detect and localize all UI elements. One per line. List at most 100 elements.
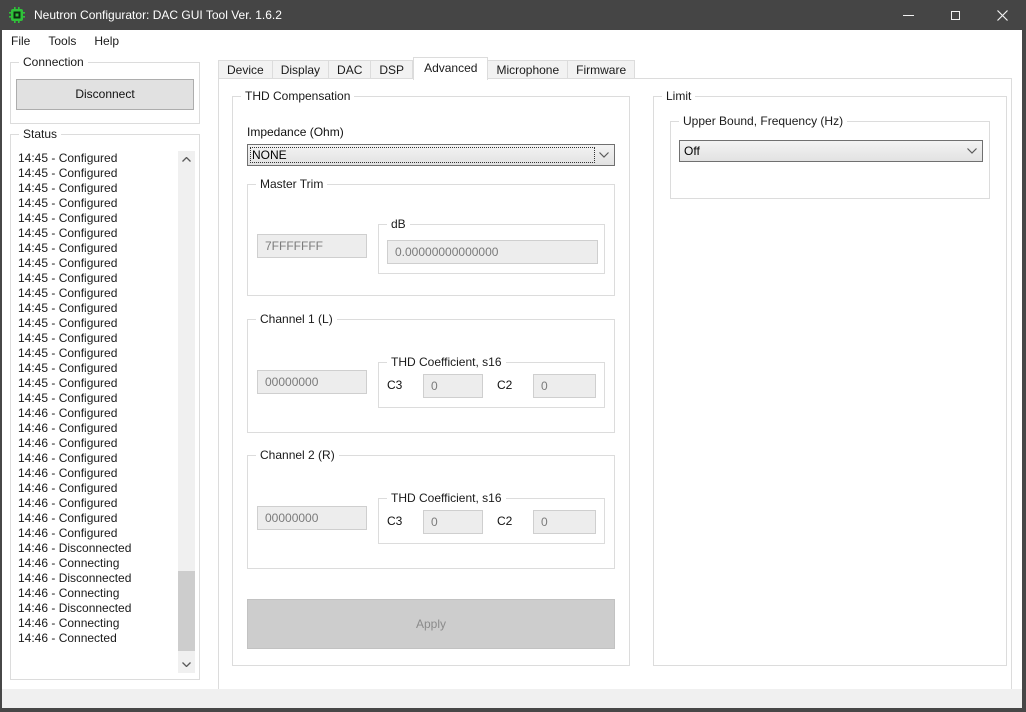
apply-button[interactable]: Apply	[247, 599, 615, 649]
tab-display[interactable]: Display	[273, 60, 329, 79]
list-item[interactable]: 14:46 - Configured	[15, 451, 195, 466]
tab-dac[interactable]: DAC	[329, 60, 371, 79]
list-item[interactable]: 14:46 - Disconnected	[15, 601, 195, 616]
scroll-thumb[interactable]	[178, 571, 195, 651]
list-item[interactable]: 14:45 - Configured	[15, 181, 195, 196]
menubar: File Tools Help	[2, 30, 1022, 52]
close-icon	[997, 10, 1008, 21]
list-item[interactable]: 14:46 - Connecting	[15, 616, 195, 631]
menu-item-help[interactable]: Help	[85, 30, 128, 52]
scroll-up-button[interactable]	[178, 151, 195, 168]
disconnect-button[interactable]: Disconnect	[16, 79, 194, 110]
upper-bound-select[interactable]: Off	[679, 140, 983, 162]
list-item[interactable]: 14:45 - Configured	[15, 346, 195, 361]
list-item[interactable]: 14:46 - Configured	[15, 466, 195, 481]
list-item[interactable]: 14:46 - Configured	[15, 481, 195, 496]
tab-page-advanced: THD Compensation Impedance (Ohm) NONE Ma…	[218, 78, 1012, 690]
list-item[interactable]: 14:45 - Configured	[15, 256, 195, 271]
channel1-label: Channel 1 (L)	[256, 312, 337, 327]
focus-rectangle	[250, 147, 595, 163]
db-group-label: dB	[387, 217, 410, 232]
window-border-left	[0, 30, 2, 712]
c3-label: C3	[387, 378, 402, 392]
status-group-label: Status	[19, 127, 61, 142]
list-item[interactable]: 14:46 - Configured	[15, 511, 195, 526]
close-button[interactable]	[979, 0, 1026, 30]
list-item[interactable]: 14:46 - Disconnected	[15, 541, 195, 556]
list-item[interactable]: 14:45 - Configured	[15, 166, 195, 181]
list-item[interactable]: 14:45 - Configured	[15, 151, 195, 166]
c3-label: C3	[387, 514, 402, 528]
list-item[interactable]: 14:45 - Configured	[15, 286, 195, 301]
list-item[interactable]: 14:46 - Configured	[15, 526, 195, 541]
list-item[interactable]: 14:46 - Connecting	[15, 586, 195, 601]
list-item[interactable]: 14:46 - Configured	[15, 406, 195, 421]
list-item[interactable]: 14:46 - Connected	[15, 631, 195, 646]
chevron-down-icon	[182, 662, 191, 667]
menu-item-file[interactable]: File	[2, 30, 39, 52]
limit-group-label: Limit	[662, 89, 695, 104]
status-scrollbar[interactable]	[178, 151, 195, 673]
list-item[interactable]: 14:45 - Configured	[15, 211, 195, 226]
upper-bound-value: Off	[684, 144, 700, 158]
list-item[interactable]: 14:46 - Configured	[15, 496, 195, 511]
channel2-c3-input[interactable]: 0	[423, 510, 483, 534]
channel2-coeff-label: THD Coefficient, s16	[387, 491, 506, 506]
tab-dsp[interactable]: DSP	[371, 60, 413, 79]
list-item[interactable]: 14:45 - Configured	[15, 196, 195, 211]
master-trim-label: Master Trim	[256, 177, 327, 192]
scroll-down-button[interactable]	[178, 656, 195, 673]
tab-microphone[interactable]: Microphone	[488, 60, 568, 79]
channel2-c2-input[interactable]: 0	[533, 510, 596, 534]
master-trim-hex-input[interactable]: 7FFFFFFF	[257, 234, 367, 258]
list-item[interactable]: 14:45 - Configured	[15, 361, 195, 376]
list-item[interactable]: 14:45 - Configured	[15, 271, 195, 286]
list-item[interactable]: 14:46 - Connecting	[15, 556, 195, 571]
list-item[interactable]: 14:45 - Configured	[15, 331, 195, 346]
maximize-button[interactable]	[932, 0, 979, 30]
impedance-select[interactable]: NONE	[247, 144, 615, 166]
channel2-hex-input[interactable]: 00000000	[257, 506, 367, 530]
menu-item-tools[interactable]: Tools	[39, 30, 85, 52]
minimize-button[interactable]	[885, 0, 932, 30]
status-list: 14:45 - Configured14:45 - Configured14:4…	[15, 151, 195, 673]
window-border-bottom	[0, 708, 1026, 712]
chip-icon	[9, 7, 25, 23]
channel1-c2-input[interactable]: 0	[533, 374, 596, 398]
channel1-hex-input[interactable]: 00000000	[257, 370, 367, 394]
list-item[interactable]: 14:45 - Configured	[15, 241, 195, 256]
list-item[interactable]: 14:45 - Configured	[15, 301, 195, 316]
tab-device[interactable]: Device	[218, 60, 273, 79]
thd-group-label: THD Compensation	[241, 89, 354, 104]
thd-compensation-group: THD Compensation Impedance (Ohm) NONE Ma…	[232, 96, 630, 666]
list-item[interactable]: 14:45 - Configured	[15, 226, 195, 241]
c2-label: C2	[497, 514, 512, 528]
master-trim-group: Master Trim 7FFFFFFF dB 0.00000000000000	[247, 184, 615, 296]
channel2-group: Channel 2 (R) 00000000 THD Coefficient, …	[247, 455, 615, 569]
connection-group: Connection Disconnect	[10, 62, 200, 124]
titlebar[interactable]: Neutron Configurator: DAC GUI Tool Ver. …	[0, 0, 1026, 30]
tab-firmware[interactable]: Firmware	[568, 60, 635, 79]
upper-bound-label: Upper Bound, Frequency (Hz)	[679, 114, 847, 129]
status-group: Status 14:45 - Configured14:45 - Configu…	[10, 134, 200, 680]
db-input[interactable]: 0.00000000000000	[387, 240, 598, 264]
channel1-coeff-group: THD Coefficient, s16 C3 0 C2 0	[378, 362, 605, 408]
channel1-c3-input[interactable]: 0	[423, 374, 483, 398]
list-item[interactable]: 14:46 - Configured	[15, 421, 195, 436]
list-item[interactable]: 14:45 - Configured	[15, 376, 195, 391]
list-item[interactable]: 14:45 - Configured	[15, 316, 195, 331]
maximize-icon	[951, 11, 960, 20]
upper-bound-group: Upper Bound, Frequency (Hz) Off	[670, 121, 990, 199]
db-group: dB 0.00000000000000	[378, 224, 605, 274]
tab-advanced[interactable]: Advanced	[413, 57, 488, 80]
connection-group-label: Connection	[19, 55, 88, 70]
list-item[interactable]: 14:46 - Disconnected	[15, 571, 195, 586]
list-item[interactable]: 14:45 - Configured	[15, 391, 195, 406]
list-item[interactable]: 14:46 - Configured	[15, 436, 195, 451]
window-border-right	[1022, 30, 1026, 712]
minimize-icon	[903, 15, 914, 16]
tab-strip: DeviceDisplayDACDSPAdvancedMicrophoneFir…	[218, 56, 635, 79]
app-window: Neutron Configurator: DAC GUI Tool Ver. …	[0, 0, 1026, 712]
channel2-label: Channel 2 (R)	[256, 448, 339, 463]
impedance-label: Impedance (Ohm)	[247, 125, 344, 139]
